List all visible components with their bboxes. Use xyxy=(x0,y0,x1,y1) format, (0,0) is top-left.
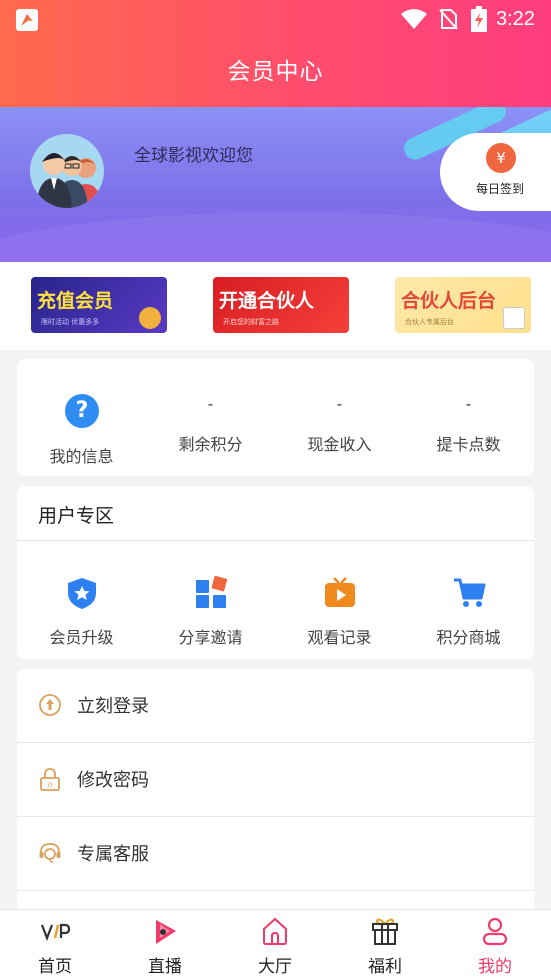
tab-label: 我的 xyxy=(478,957,512,977)
banner-subtitle: 限时活动 优惠多多 xyxy=(41,318,100,326)
menu-login[interactable]: 立刻登录 xyxy=(17,669,534,743)
section-title: 用户专区 xyxy=(38,505,115,527)
tv-play-icon xyxy=(325,577,355,607)
banner-open-partner[interactable]: 开通合伙人 开启您的财富之路 xyxy=(213,277,349,333)
login-icon xyxy=(39,694,61,716)
yen-coin-icon: ¥ xyxy=(486,143,516,173)
person-illustration-icon xyxy=(139,307,161,329)
share-invite-button[interactable]: 分享邀请 xyxy=(146,540,275,659)
banner-recharge-vip[interactable]: 充值会员 限时活动 优惠多多 xyxy=(31,277,167,333)
stats-card: ? 我的信息 - 剩余积分 - 现金收入 - 提卡点数 xyxy=(17,359,534,476)
grid-icon xyxy=(196,576,228,608)
menu-label: 修改密码 xyxy=(77,770,149,791)
no-sim-icon xyxy=(439,9,458,30)
status-time: 3:22 xyxy=(496,8,535,30)
avatar[interactable] xyxy=(30,134,104,208)
wifi-icon xyxy=(401,9,427,29)
shield-star-icon xyxy=(68,578,96,609)
zone-item-label: 观看记录 xyxy=(307,628,372,647)
svg-text:0: 0 xyxy=(48,782,52,790)
avatar-people-icon xyxy=(36,153,102,208)
zone-item-label: 分享邀请 xyxy=(178,628,243,647)
welcome-text: 全球影视欢迎您 xyxy=(134,146,253,166)
tab-label: 直播 xyxy=(148,957,182,977)
user-zone-card: 用户专区 会员升级 分享邀请 观看记录 积分商城 xyxy=(17,486,534,659)
menu-change-password[interactable]: 0 修改密码 xyxy=(17,743,534,817)
status-bar: 3:22 xyxy=(0,0,551,40)
vip-upgrade-button[interactable]: 会员升级 xyxy=(17,540,146,659)
profile-panel: 全球影视欢迎您 ¥ 每日签到 xyxy=(0,107,551,262)
tab-label: 福利 xyxy=(368,957,402,977)
document-illustration-icon xyxy=(503,307,525,329)
home-icon xyxy=(263,917,287,945)
stat-cash-income[interactable]: - 现金收入 xyxy=(275,359,404,476)
menu-label: 立刻登录 xyxy=(77,696,149,717)
tab-home[interactable]: 首页 xyxy=(0,910,110,979)
headset-icon xyxy=(39,843,61,863)
tab-mine[interactable]: 我的 xyxy=(440,910,550,979)
zone-item-label: 积分商城 xyxy=(436,628,501,647)
tab-hall[interactable]: 大厅 xyxy=(220,910,330,979)
stat-label: 剩余积分 xyxy=(178,435,243,454)
banner-title: 充值会员 xyxy=(37,290,114,312)
stat-label: 现金收入 xyxy=(307,435,372,454)
daily-checkin-button[interactable]: ¥ 每日签到 xyxy=(440,133,551,211)
stat-value: - xyxy=(336,395,343,413)
banner-title: 开通合伙人 xyxy=(219,290,315,312)
tab-label: 大厅 xyxy=(258,957,292,977)
app-notification-icon xyxy=(16,9,38,31)
decor-wave xyxy=(0,212,551,262)
banner-title: 合伙人后台 xyxy=(401,290,497,312)
question-icon: ? xyxy=(65,394,99,428)
cart-icon xyxy=(454,578,486,607)
banner-subtitle: 合伙人专属后台 xyxy=(405,318,454,326)
stat-value: - xyxy=(465,395,472,413)
zone-item-label: 会员升级 xyxy=(49,628,114,647)
checkin-label: 每日签到 xyxy=(476,182,525,196)
battery-charging-icon xyxy=(471,6,487,32)
vip-icon xyxy=(40,923,70,942)
page-title: 会员中心 xyxy=(227,59,324,85)
banner-row: 充值会员 限时活动 优惠多多 开通合伙人 开启您的财富之路 合伙人后台 合伙人专… xyxy=(0,262,551,350)
stat-value: - xyxy=(207,395,214,413)
stat-card-points[interactable]: - 提卡点数 xyxy=(404,359,533,476)
stat-label: 我的信息 xyxy=(49,447,114,466)
header-bar: 3:22 会员中心 xyxy=(0,0,551,107)
menu-customer-service[interactable]: 专属客服 xyxy=(17,817,534,891)
banner-subtitle: 开启您的财富之路 xyxy=(223,318,279,326)
my-info-button[interactable]: ? 我的信息 xyxy=(17,359,146,476)
user-icon xyxy=(482,917,508,946)
live-icon xyxy=(156,920,176,944)
points-mall-button[interactable]: 积分商城 xyxy=(404,540,533,659)
settings-menu: 立刻登录 0 修改密码 专属客服 xyxy=(17,669,534,909)
tab-welfare[interactable]: 福利 xyxy=(330,910,440,979)
stat-remaining-points[interactable]: - 剩余积分 xyxy=(146,359,275,476)
gift-icon xyxy=(372,918,398,945)
lock-icon: 0 xyxy=(40,768,60,791)
tab-live[interactable]: 直播 xyxy=(110,910,220,979)
menu-label: 专属客服 xyxy=(77,844,149,865)
stat-label: 提卡点数 xyxy=(436,435,501,454)
bottom-tab-bar: 首页 直播 大厅 福利 我的 xyxy=(0,909,551,979)
watch-history-button[interactable]: 观看记录 xyxy=(275,540,404,659)
tab-label: 首页 xyxy=(38,957,72,977)
banner-partner-backend[interactable]: 合伙人后台 合伙人专属后台 xyxy=(395,277,531,333)
